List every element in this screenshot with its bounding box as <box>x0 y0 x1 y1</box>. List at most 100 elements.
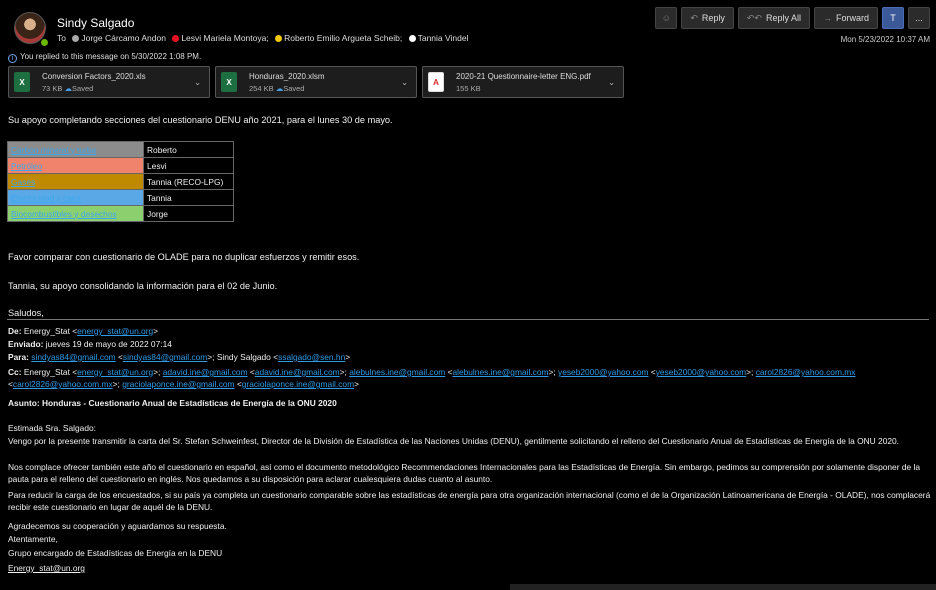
text: Energy_Stat < <box>23 326 78 336</box>
table-row: Electricidad y calor Tannia <box>7 189 234 206</box>
message-toolbar: ☺ ↶ Reply ↶↶ Reply All → Forward T ... <box>655 7 930 29</box>
paragraph: Vengo por la presente transmitir la cart… <box>8 436 900 446</box>
table-cell-category[interactable]: Biocombustibles y desechos <box>7 205 144 222</box>
email-link[interactable]: graciolaponce.ine@gmail.com <box>122 379 234 389</box>
info-icon: i <box>8 54 17 63</box>
fwd-sent: Enviado: jueves 19 de mayo de 2022 07:14 <box>8 339 172 349</box>
table-cell-name: Lesvi <box>143 157 234 174</box>
attachment-status: Saved <box>283 83 305 93</box>
table-cell-name: Tannia <box>143 189 234 206</box>
replied-notice-text: You replied to this message on 5/30/2022… <box>20 52 202 61</box>
paragraph: Para reducir la carga de los encuestados… <box>8 490 931 512</box>
table-cell-category[interactable]: Carbon mineral y turba <box>7 141 144 158</box>
reply-button[interactable]: ↶ Reply <box>681 7 734 29</box>
signature-email-link[interactable]: Energy_stat@un.org <box>8 563 85 573</box>
email-link[interactable]: carol2826@yahoo.com.mx <box>13 379 113 389</box>
body-line: Saludos, <box>8 308 44 318</box>
forward-button[interactable]: → Forward <box>813 7 878 29</box>
body-line: Su apoyo completando secciones del cuest… <box>8 115 393 125</box>
table-cell-name: Jorge <box>143 205 234 222</box>
message-header: Sindy Salgado To Jorge Cárcamo Andon Les… <box>0 0 936 105</box>
reply-icon: ↶ <box>690 12 698 23</box>
fwd-to: Para: sindyas84@gmail.com <sindyas84@gma… <box>8 352 351 362</box>
fwd-cc: Cc: Energy_Stat <energy_stat@un.org>; ad… <box>8 367 856 389</box>
label: Cc: <box>8 367 22 377</box>
label: Para: <box>8 352 29 362</box>
to-label: To <box>57 33 66 43</box>
paragraph: Grupo encargado de Estadísticas de Energ… <box>8 548 223 558</box>
email-link[interactable]: adavid.ine@gmail.com <box>255 367 340 377</box>
recipient[interactable]: Jorge Cárcamo Andon <box>81 33 166 43</box>
recipient-status-icon <box>275 35 283 42</box>
pdf-icon: A <box>428 72 444 92</box>
emoji-button[interactable]: ☺ <box>655 7 678 29</box>
email-link[interactable]: alebulnes.ine@gmail.com <box>452 367 548 377</box>
fwd-from: De: Energy_Stat <energy_stat@un.org> <box>8 326 158 336</box>
subject-text: Honduras - Cuestionario Anual de Estadís… <box>41 398 337 408</box>
email-link[interactable]: energy_stat@un.org <box>77 326 153 336</box>
text: Energy_Stat < <box>23 367 78 377</box>
recipient[interactable]: Roberto Emilio Argueta Scheib; <box>284 33 402 43</box>
email-link[interactable]: sindyas84@gmail.com <box>31 352 115 362</box>
status-bar <box>510 584 936 590</box>
attachment[interactable]: X Honduras_2020.xlsm 254 KB ☁Saved ⌄ <box>215 66 417 98</box>
attachment-name: Conversion Factors_2020.xls <box>42 71 146 81</box>
attachment[interactable]: A 2020-21 Questionnaire-letter ENG.pdf 1… <box>422 66 624 98</box>
table-cell-category[interactable]: Gases <box>7 173 144 190</box>
email-link[interactable]: ssalgado@sen.hn <box>278 352 345 362</box>
text: > <box>153 326 159 336</box>
presence-icon <box>40 38 49 47</box>
attachment-name: 2020-21 Questionnaire-letter ENG.pdf <box>456 71 591 81</box>
assignment-table: Carbon mineral y turba Roberto Petróleo … <box>7 141 234 222</box>
email-link[interactable]: graciolaponce.ine@gmail.com <box>242 379 354 389</box>
paragraph: Nos complace ofrecer también este año el… <box>8 462 920 484</box>
attachment-status: Saved <box>72 83 94 93</box>
reply-all-button[interactable]: ↶↶ Reply All <box>737 7 810 29</box>
more-actions-button[interactable]: ... <box>908 7 930 29</box>
email-link[interactable]: yeseb2000@yahoo.com <box>656 367 746 377</box>
email-link[interactable]: energy_stat@un.org <box>77 367 153 377</box>
email-link[interactable]: alebulnes.ine@gmail.com <box>349 367 445 377</box>
body-line: Tannia, su apoyo consolidando la informa… <box>8 281 278 291</box>
attachments: X Conversion Factors_2020.xls 73 KB ☁Sav… <box>8 66 624 98</box>
teams-icon: T <box>890 13 896 23</box>
greeting: Estimada Sra. Salgado: <box>8 423 96 433</box>
paragraph: Agradecemos su cooperación y aguardamos … <box>8 521 227 531</box>
email-link[interactable]: yeseb2000@yahoo.com <box>558 367 648 377</box>
recipients-line: To Jorge Cárcamo Andon Lesvi Mariela Mon… <box>57 33 468 43</box>
divider <box>7 319 929 320</box>
label: Enviado: <box>8 339 44 349</box>
recipient[interactable]: Lesvi Mariela Montoya; <box>181 33 268 43</box>
teams-button[interactable]: T <box>882 7 904 29</box>
attachment[interactable]: X Conversion Factors_2020.xls 73 KB ☁Sav… <box>8 66 210 98</box>
text: jueves 19 de mayo de 2022 07:14 <box>45 339 172 349</box>
reply-all-label: Reply All <box>765 13 801 23</box>
forward-icon: → <box>822 13 832 23</box>
attachment-size: 73 KB <box>42 83 63 93</box>
table-cell-category[interactable]: Petróleo <box>7 157 144 174</box>
email-link[interactable]: adavid.ine@gmail.com <box>163 367 248 377</box>
table-cell-name: Roberto <box>143 141 234 158</box>
chevron-down-icon[interactable]: ⌄ <box>401 78 408 87</box>
table-cell-category[interactable]: Electricidad y calor <box>7 189 144 206</box>
chevron-down-icon[interactable]: ⌄ <box>194 78 201 87</box>
label: De: <box>8 326 22 336</box>
recipient[interactable]: Tannia Vindel <box>418 33 469 43</box>
replied-notice: i You replied to this message on 5/30/202… <box>8 52 201 63</box>
fwd-subject: Asunto: Honduras - Cuestionario Anual de… <box>8 398 337 408</box>
reply-all-icon: ↶↶ <box>746 12 762 23</box>
table-row: Carbon mineral y turba Roberto <box>7 141 234 158</box>
attachment-name: Honduras_2020.xlsm <box>249 71 325 81</box>
recipient-status-icon <box>172 35 180 42</box>
label: Asunto: <box>8 398 40 408</box>
sender-name[interactable]: Sindy Salgado <box>57 16 134 30</box>
paragraph: Atentamente, <box>8 534 58 544</box>
table-cell-name: Tannia (RECO-LPG) <box>143 173 234 190</box>
email-link[interactable]: sindyas84@gmail.com <box>123 352 207 362</box>
chevron-down-icon[interactable]: ⌄ <box>608 78 615 87</box>
excel-icon: X <box>221 72 237 92</box>
table-row: Biocombustibles y desechos Jorge <box>7 205 234 222</box>
smiley-icon: ☺ <box>661 13 671 23</box>
more-icon: ... <box>915 13 923 23</box>
email-link[interactable]: carol2826@yahoo.com.mx <box>756 367 856 377</box>
